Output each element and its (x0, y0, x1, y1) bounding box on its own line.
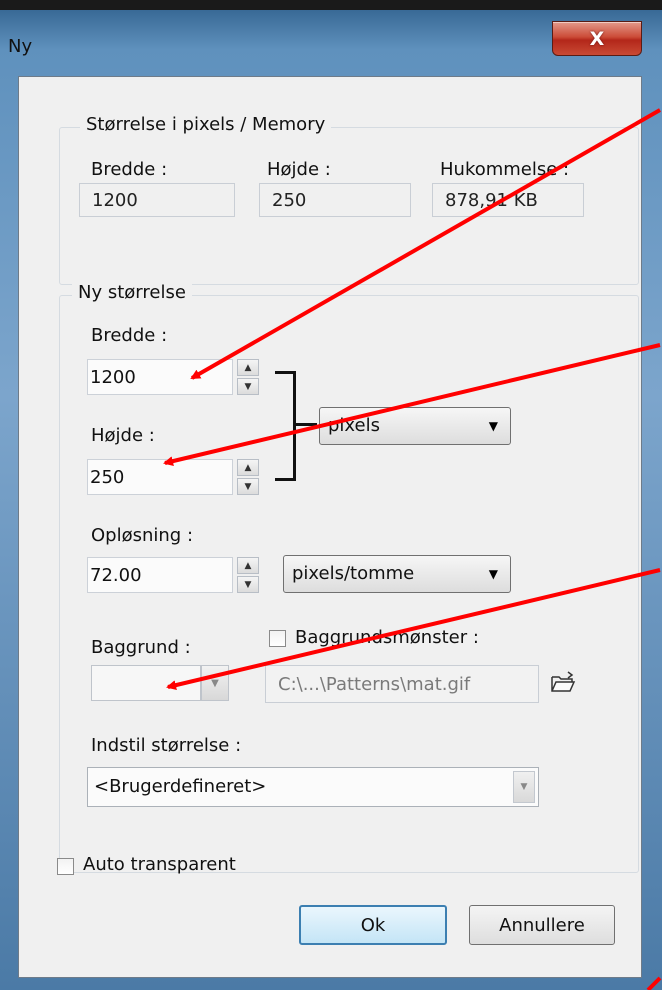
annotation-arrow (166, 568, 661, 691)
annotation-arrow (163, 343, 661, 467)
annotation-arrow (190, 108, 661, 380)
annotation-arrow (646, 976, 662, 990)
annotation-arrows (163, 108, 662, 990)
